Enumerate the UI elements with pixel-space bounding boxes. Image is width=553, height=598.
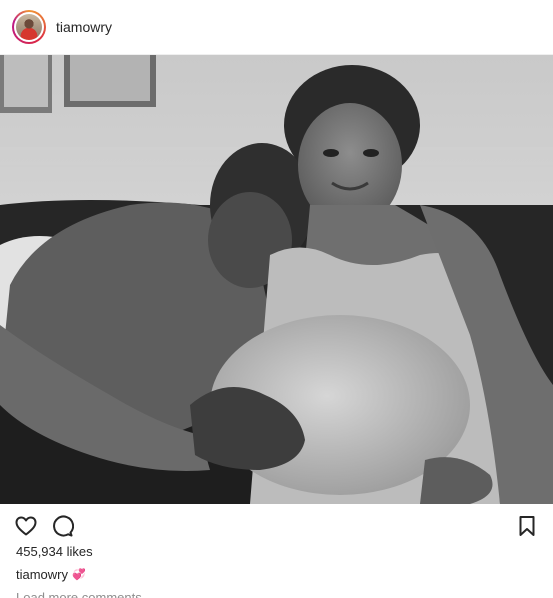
avatar-image: [16, 14, 42, 40]
caption-username[interactable]: tiamowry: [16, 567, 68, 582]
instagram-post: tiamowry 455,934 likes tiamowry 💞 Load m…: [0, 0, 553, 598]
photo-illustration: [0, 55, 553, 504]
likes-count[interactable]: 455,934 likes: [16, 544, 93, 559]
post-header: tiamowry: [0, 0, 553, 55]
load-more-comments-link[interactable]: Load more comments: [16, 590, 142, 598]
caption: tiamowry 💞: [16, 567, 86, 582]
post-username[interactable]: tiamowry: [56, 19, 112, 35]
heart-icon[interactable]: [13, 513, 39, 539]
comment-icon[interactable]: [49, 513, 75, 539]
post-actions: [0, 504, 553, 546]
revolving-hearts-emoji: 💞: [72, 569, 86, 581]
post-photo[interactable]: [0, 55, 553, 504]
avatar[interactable]: [12, 10, 46, 44]
bookmark-icon[interactable]: [514, 513, 540, 539]
